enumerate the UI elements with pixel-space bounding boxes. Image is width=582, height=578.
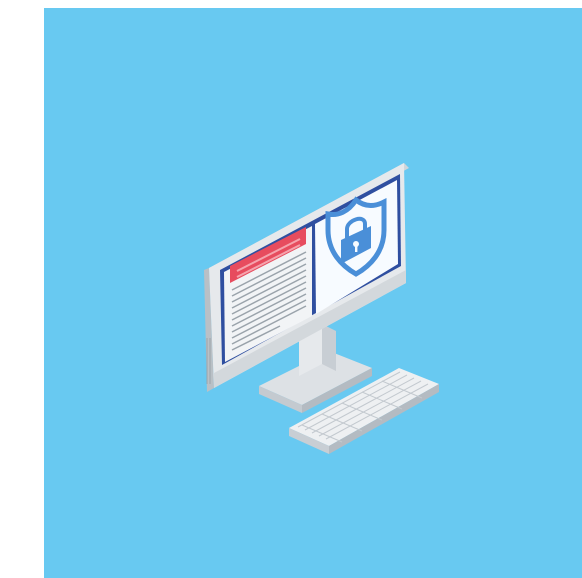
image-frame [0,0,582,578]
illustration-background [44,8,582,578]
computer-security-illustration [204,163,439,454]
